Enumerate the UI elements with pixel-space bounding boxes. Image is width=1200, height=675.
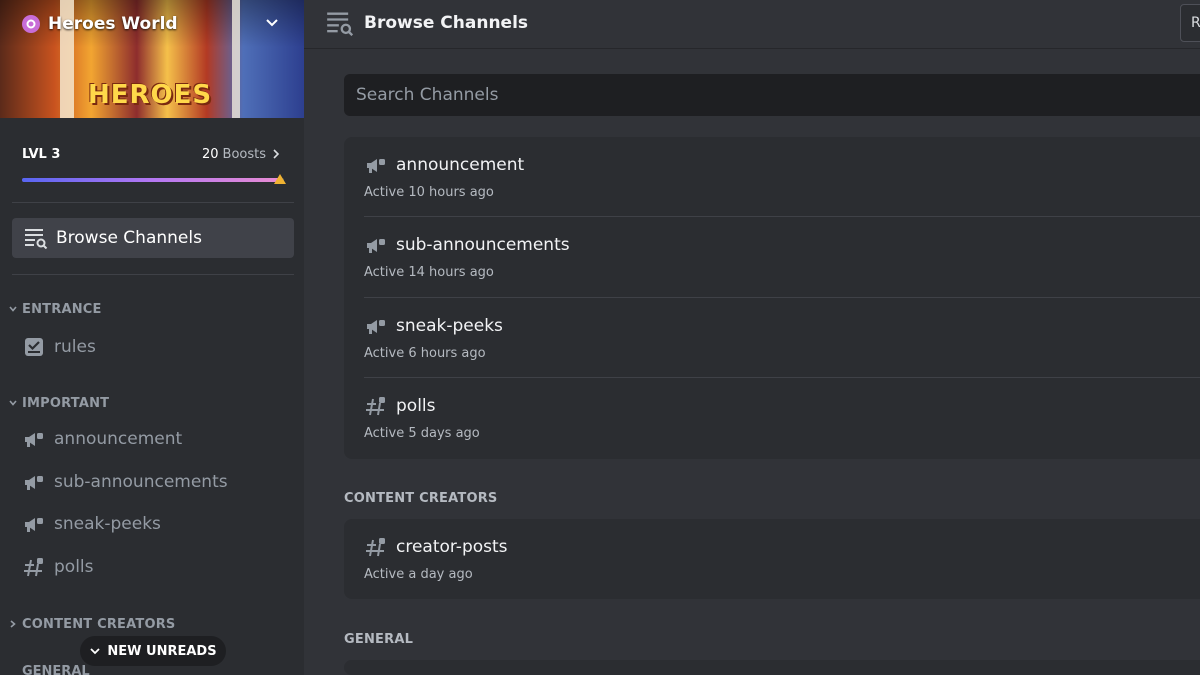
category-label: CONTENT CREATORS [22,616,176,632]
channel-row-sneak-peeks[interactable]: sneak-peeks Active 6 hours ago [364,298,1200,378]
browse-channels-icon [326,10,354,36]
sidebar-item-sneak-peeks[interactable]: sneak-peeks [22,507,294,541]
channel-row-polls[interactable]: polls Active 5 days ago [364,378,1200,458]
announcement-icon [364,314,388,338]
server-name: Heroes World [48,14,178,34]
channel-row-creator-posts[interactable]: creator-posts Active a day ago [364,519,1200,599]
channel-name: polls [396,396,436,416]
page-title: Browse Channels [364,13,529,33]
channel-activity: Active 6 hours ago [364,346,486,361]
new-unreads-label: NEW UNREADS [107,643,217,659]
boost-count: 20 [201,146,219,162]
channel-name: announcement [396,155,525,175]
channel-name: sneak-peeks [54,514,161,534]
boost-label: Boosts [222,146,266,162]
category-content-creators[interactable]: CONTENT CREATORS [8,615,175,633]
sidebar-item-sub-announcements[interactable]: sub-announcements [22,465,294,499]
server-header[interactable]: Heroes World [22,12,292,36]
server-level: LVL 3 [22,146,61,162]
sidebar-item-browse-channels[interactable]: Browse Channels [12,218,294,258]
server-icon [22,15,40,33]
boost-progress-fill [22,178,279,182]
channel-name: creator-posts [396,537,508,557]
boost-count-link[interactable]: 20 Boosts [202,147,282,162]
top-right-button[interactable]: R [1180,4,1200,42]
hashtag-icon [22,555,46,579]
hashtag-icon [364,535,388,559]
category-header-general: GENERAL [344,632,414,647]
category-important[interactable]: IMPORTANT [8,394,109,412]
channel-group [344,660,1200,675]
search-input[interactable] [344,74,1200,116]
channel-name: rules [54,337,96,357]
channel-activity: Active 14 hours ago [364,265,494,280]
boost-progress-bar [22,178,284,182]
hashtag-icon [364,394,388,418]
divider [12,202,294,203]
category-header-content-creators: CONTENT CREATORS [344,491,498,506]
boost-status: LVL 3 20 Boosts [22,144,282,164]
channel-sidebar: HEROES Heroes World LVL 3 20 Boosts Brow… [0,0,304,675]
chevron-down-icon [8,304,18,314]
chevron-down-icon[interactable] [264,14,280,30]
boost-gem-icon [274,174,286,184]
category-label: ENTRANCE [22,301,102,317]
chevron-right-icon [270,148,282,160]
sidebar-item-announcement[interactable]: announcement [22,422,294,456]
chevron-down-icon [8,398,18,408]
channel-name: sneak-peeks [396,316,503,336]
channel-name: sub-announcements [396,235,570,255]
browse-channels-icon [24,227,48,249]
announcement-icon [364,153,388,177]
browse-channels-label: Browse Channels [56,228,202,248]
channel-name: sub-announcements [54,472,228,492]
announcement-icon [22,512,46,536]
category-entrance[interactable]: ENTRANCE [8,300,102,318]
rules-icon [22,335,46,359]
channel-activity: Active a day ago [364,567,473,582]
announcement-icon [22,427,46,451]
chevron-right-icon [8,619,18,629]
channel-activity: Active 10 hours ago [364,185,494,200]
divider [12,274,294,275]
channel-group: creator-posts Active a day ago [344,519,1200,599]
sidebar-item-polls[interactable]: polls [22,550,294,584]
category-general-partial[interactable]: GENERAL [22,664,90,675]
new-unreads-button[interactable]: NEW UNREADS [80,636,226,666]
category-label: IMPORTANT [22,395,110,411]
channel-row-announcement[interactable]: announcement Active 10 hours ago [364,137,1200,217]
channel-group: announcement Active 10 hours ago sub-ann… [344,137,1200,459]
channel-row-sub-announcements[interactable]: sub-announcements Active 14 hours ago [364,217,1200,297]
channel-activity: Active 5 days ago [364,426,480,441]
announcement-icon [22,470,46,494]
chevron-down-icon [89,645,101,657]
banner-logo-art: HEROES [88,80,213,110]
channel-name: polls [54,557,94,577]
announcement-icon [364,233,388,257]
top-bar: Browse Channels R [304,0,1200,49]
channel-name: announcement [54,429,183,449]
sidebar-item-rules[interactable]: rules [22,330,294,364]
